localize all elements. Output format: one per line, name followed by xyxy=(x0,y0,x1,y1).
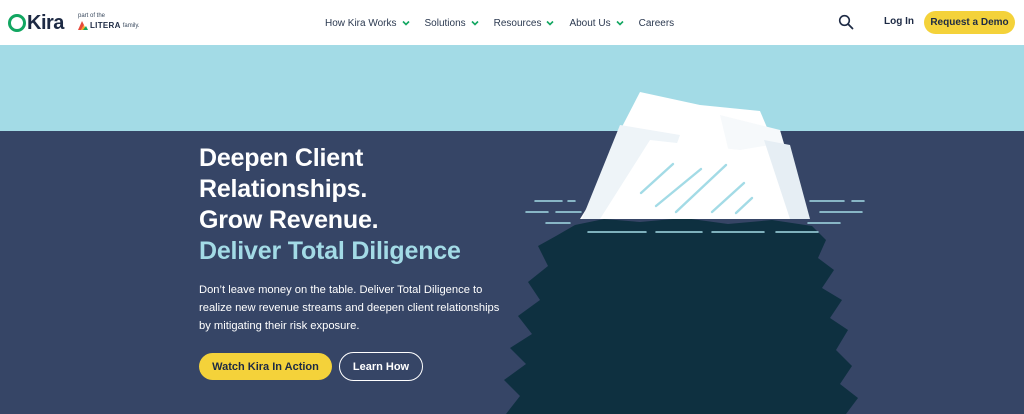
iceberg-underwater-mass xyxy=(504,218,858,414)
nav-item-careers[interactable]: Careers xyxy=(639,15,675,31)
top-navigation: Kira part of the LITERA family. How Kira… xyxy=(0,0,1024,45)
iceberg-illustration xyxy=(504,92,865,414)
hero-headline-line-2: Relationships. xyxy=(199,175,368,203)
kira-logo-wordmark: Kira xyxy=(27,11,64,34)
watch-kira-in-action-button[interactable]: Watch Kira In Action xyxy=(199,353,332,380)
chevron-down-icon xyxy=(401,20,410,26)
search-icon[interactable] xyxy=(838,14,854,30)
main-menu: How Kira Works Solutions Resources About… xyxy=(325,15,689,31)
nav-item-label: Careers xyxy=(638,17,675,29)
nav-item-about-us[interactable]: About Us xyxy=(569,15,624,31)
litera-prefix: part of the xyxy=(78,13,106,19)
nav-item-solutions[interactable]: Solutions xyxy=(425,15,479,31)
nav-item-label: How Kira Works xyxy=(325,17,397,29)
nav-item-resources[interactable]: Resources xyxy=(494,15,555,31)
chevron-down-icon xyxy=(616,20,624,26)
hero-lead-paragraph: Don’t leave money on the table. Deliver … xyxy=(199,284,500,332)
learn-how-button[interactable]: Learn How xyxy=(339,352,423,381)
login-link[interactable]: Log In xyxy=(884,16,914,27)
request-demo-button[interactable]: Request a Demo xyxy=(924,11,1015,34)
nav-item-label: Resources xyxy=(493,17,542,29)
litera-name: LITERA xyxy=(90,21,121,30)
litera-suffix: family. xyxy=(122,22,140,29)
litera-family-badge: part of the LITERA family. xyxy=(78,13,148,35)
iceberg-paper-sheets xyxy=(580,92,810,219)
kira-logo-mark xyxy=(8,14,26,32)
nav-item-how-kira-works[interactable]: How Kira Works xyxy=(325,15,410,31)
hero-headline-line-1: Deepen Client xyxy=(199,144,364,172)
chevron-down-icon xyxy=(546,20,555,26)
hero-headline-accent: Deliver Total Diligence xyxy=(199,237,461,265)
kira-logo[interactable]: Kira xyxy=(8,12,64,34)
hero-headline-line-3: Grow Revenue. xyxy=(199,206,379,234)
litera-logo-icon xyxy=(78,21,88,30)
chevron-down-icon xyxy=(471,20,479,26)
nav-item-label: Solutions xyxy=(424,17,466,29)
nav-item-label: About Us xyxy=(569,17,611,29)
